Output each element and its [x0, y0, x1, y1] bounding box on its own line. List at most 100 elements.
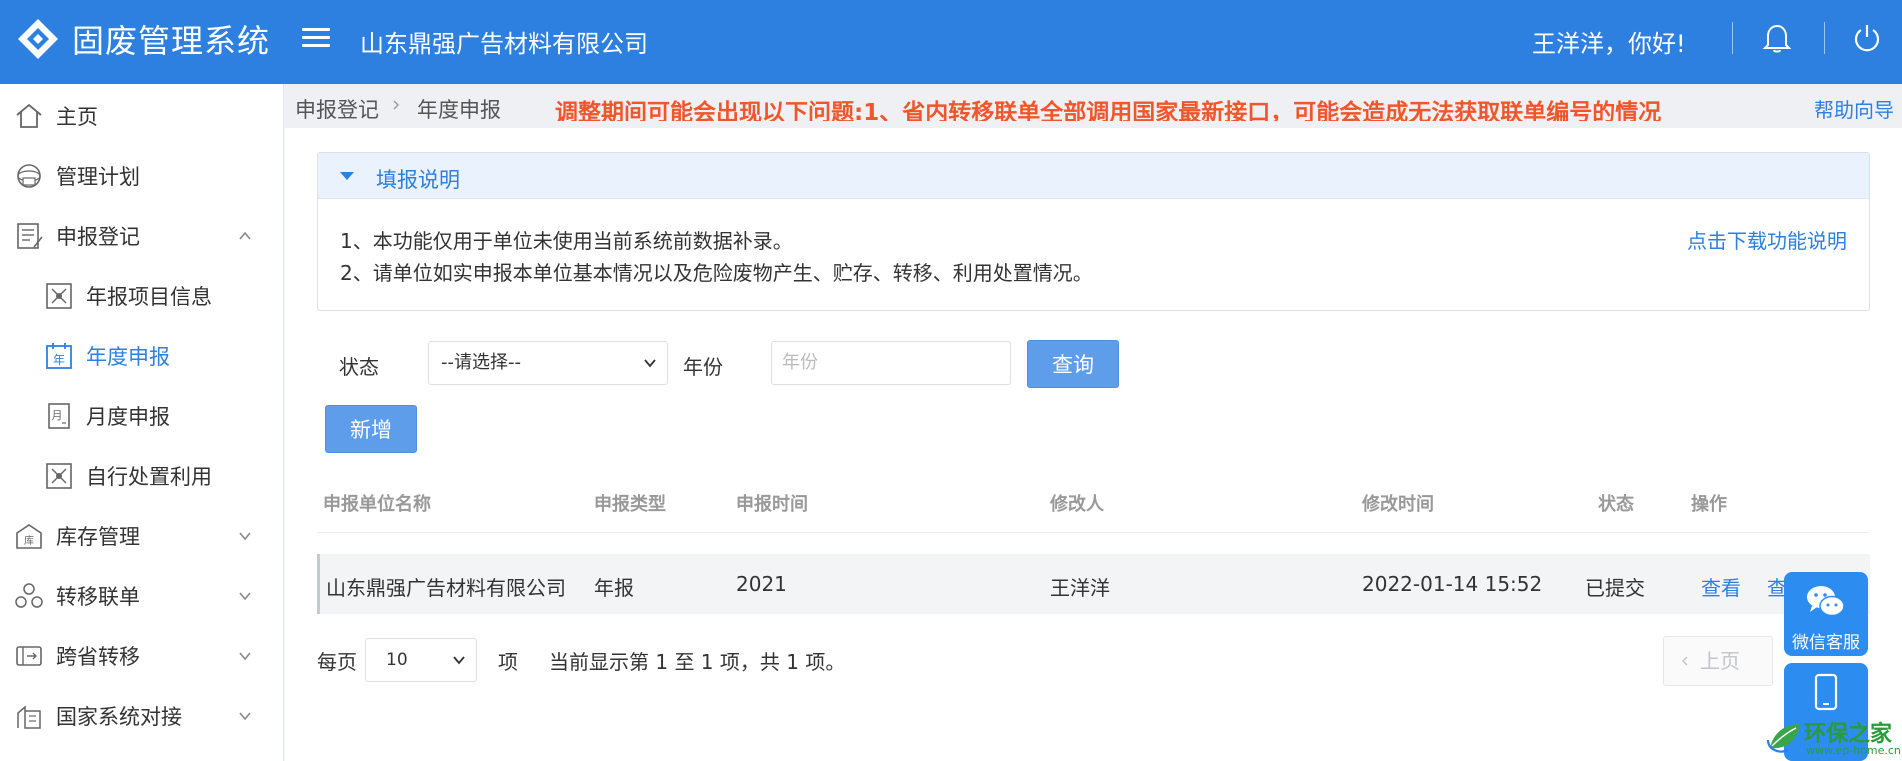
wechat-icon: [1807, 586, 1845, 617]
sidebar-item-label: 自行处置利用: [86, 465, 212, 489]
sidebar-item-project-info[interactable]: 年报项目信息: [0, 274, 284, 318]
breadcrumb: 申报登记 年度申报 调整期间可能会出现以下问题:1、省内转移联单全部调用国家最新…: [285, 84, 1902, 128]
chevron-down-icon: [239, 592, 251, 601]
sidebar-item-cross-province[interactable]: 跨省转移: [0, 634, 284, 678]
company-name: 山东鼎强广告材料有限公司: [360, 30, 648, 58]
sidebar-item-label: 月度申报: [86, 405, 170, 429]
header-divider: [1732, 22, 1733, 54]
cell-modifier: 王洋洋: [1050, 576, 1110, 600]
leaf-icon: [1766, 724, 1800, 753]
svg-text:库: 库: [24, 534, 34, 547]
column-header[interactable]: 申报类型: [594, 490, 666, 516]
per-page-value: 10: [386, 650, 408, 670]
plan-icon: [17, 164, 41, 188]
sidebar-item-inventory[interactable]: 库 库存管理: [0, 514, 284, 558]
wechat-service-button[interactable]: 微信客服: [1784, 572, 1868, 656]
column-header: 操作: [1691, 494, 1727, 515]
instruction-line: 2、请单位如实申报本单位基本情况以及危险废物产生、贮存、转移、利用处置情况。: [340, 261, 1093, 285]
app-title: 固废管理系统: [72, 22, 271, 60]
bell-icon[interactable]: [1762, 22, 1792, 54]
home-icon: [16, 103, 42, 128]
add-button[interactable]: 新增: [325, 405, 417, 453]
cell-type: 年报: [594, 576, 634, 600]
menu-icon-bar: [302, 36, 330, 39]
column-header[interactable]: 修改时间: [1362, 490, 1434, 516]
sidebar-item-home[interactable]: 主页: [0, 94, 284, 138]
query-button[interactable]: 查询: [1027, 340, 1119, 388]
download-instructions-link[interactable]: 点击下载功能说明: [1687, 225, 1847, 254]
year-icon: 年: [46, 343, 72, 369]
sidebar-item-transfer[interactable]: 转移联单: [0, 574, 284, 618]
column-header[interactable]: 状态: [1598, 490, 1634, 516]
user-greeting[interactable]: 王洋洋，你好!: [1532, 24, 1686, 59]
status-select-value: --请选择--: [441, 352, 521, 373]
watermark-url: www.ep-home.cn: [1806, 744, 1901, 757]
status-label: 状态: [339, 355, 379, 379]
column-header[interactable]: 申报单位名称: [323, 490, 431, 516]
month-icon: 月: [48, 403, 70, 429]
sidebar-item-national-system[interactable]: 国家系统对接: [0, 694, 284, 738]
cell-time: 2021: [736, 572, 787, 596]
sidebar-item-monthly-report[interactable]: 月 月度申报: [0, 394, 284, 438]
sidebar-item-label: 跨省转移: [56, 645, 140, 669]
transfer-icon: [15, 583, 43, 608]
caret-down-icon: [340, 172, 354, 180]
mobile-icon: [1814, 673, 1838, 711]
status-select[interactable]: --请选择--: [428, 341, 668, 385]
cell-modified-at: 2022-01-14 15:52: [1362, 572, 1543, 596]
chevron-left-icon: [1682, 656, 1688, 666]
notice-marquee: 调整期间可能会出现以下问题:1、省内转移联单全部调用国家最新接口，可能会造成无法…: [555, 100, 1662, 121]
sidebar-item-label: 国家系统对接: [56, 705, 182, 729]
watermark-logo: 环保之家 www.ep-home.cn: [1762, 712, 1902, 761]
svg-text:年: 年: [53, 353, 65, 367]
breadcrumb-item: 年度申报: [417, 98, 501, 122]
svg-text:月: 月: [52, 409, 63, 422]
power-icon[interactable]: [1852, 22, 1882, 54]
wechat-service-label: 微信客服: [1792, 633, 1860, 653]
national-system-icon: [17, 705, 41, 729]
sidebar-item-self-disposal[interactable]: 自行处置利用: [0, 454, 284, 498]
prev-page-label: 上页: [1700, 649, 1740, 673]
instructions-panel-header[interactable]: 填报说明: [318, 153, 1869, 199]
header-divider: [1824, 22, 1825, 54]
per-page-select[interactable]: 10: [365, 638, 477, 682]
top-bar: 固废管理系统 山东鼎强广告材料有限公司 王洋洋，你好!: [0, 0, 1902, 84]
sidebar-item-label: 年报项目信息: [86, 285, 212, 309]
dispose-icon: [46, 463, 72, 489]
sidebar-item-register[interactable]: 申报登记: [0, 214, 284, 258]
chevron-down-icon: [239, 652, 251, 661]
sidebar-item-label: 主页: [56, 105, 98, 129]
main-area: 申报登记 年度申报 调整期间可能会出现以下问题:1、省内转移联单全部调用国家最新…: [285, 84, 1902, 761]
chevron-down-icon: [453, 656, 465, 665]
menu-toggle-button[interactable]: [302, 24, 330, 52]
column-header[interactable]: 修改人: [1050, 490, 1104, 516]
sidebar-item-label: 管理计划: [56, 165, 140, 189]
instructions-panel: 填报说明 1、本功能仅用于单位未使用当前系统前数据补录。 2、请单位如实申报本单…: [317, 152, 1870, 311]
chevron-right-icon: [393, 100, 399, 110]
menu-icon-bar: [302, 44, 330, 47]
logo[interactable]: 固废管理系统: [16, 16, 270, 62]
cell-unit: 山东鼎强广告材料有限公司: [326, 576, 566, 600]
view-link[interactable]: 查看: [1701, 572, 1741, 601]
chevron-down-icon: [239, 712, 251, 721]
warehouse-icon: 库: [16, 524, 42, 549]
content-card: 填报说明 1、本功能仅用于单位未使用当前系统前数据补录。 2、请单位如实申报本单…: [285, 128, 1902, 761]
chevron-down-icon: [239, 532, 251, 541]
help-guide-link[interactable]: 帮助向导: [1806, 94, 1894, 123]
breadcrumb-item[interactable]: 申报登记: [295, 94, 379, 124]
sidebar-item-label: 申报登记: [56, 225, 140, 249]
table-divider: [317, 532, 1870, 533]
sidebar-item-label: 库存管理: [56, 525, 140, 549]
column-header[interactable]: 申报时间: [736, 490, 808, 516]
instruction-line: 1、本功能仅用于单位未使用当前系统前数据补录。: [340, 229, 793, 253]
prev-page-button[interactable]: 上页: [1663, 636, 1773, 686]
sidebar: 主页 管理计划 申报登记 年报项目信息 年 年度申报 月 月度申报 自行处置利用…: [0, 84, 284, 761]
year-label: 年份: [683, 355, 723, 379]
sidebar-item-plan[interactable]: 管理计划: [0, 154, 284, 198]
per-page-unit: 项: [498, 650, 518, 674]
year-input[interactable]: 年份: [771, 341, 1011, 385]
chevron-up-icon: [239, 231, 251, 240]
cross-province-icon: [16, 646, 42, 666]
sidebar-item-annual-report[interactable]: 年 年度申报: [0, 334, 284, 378]
register-icon: [17, 223, 43, 249]
